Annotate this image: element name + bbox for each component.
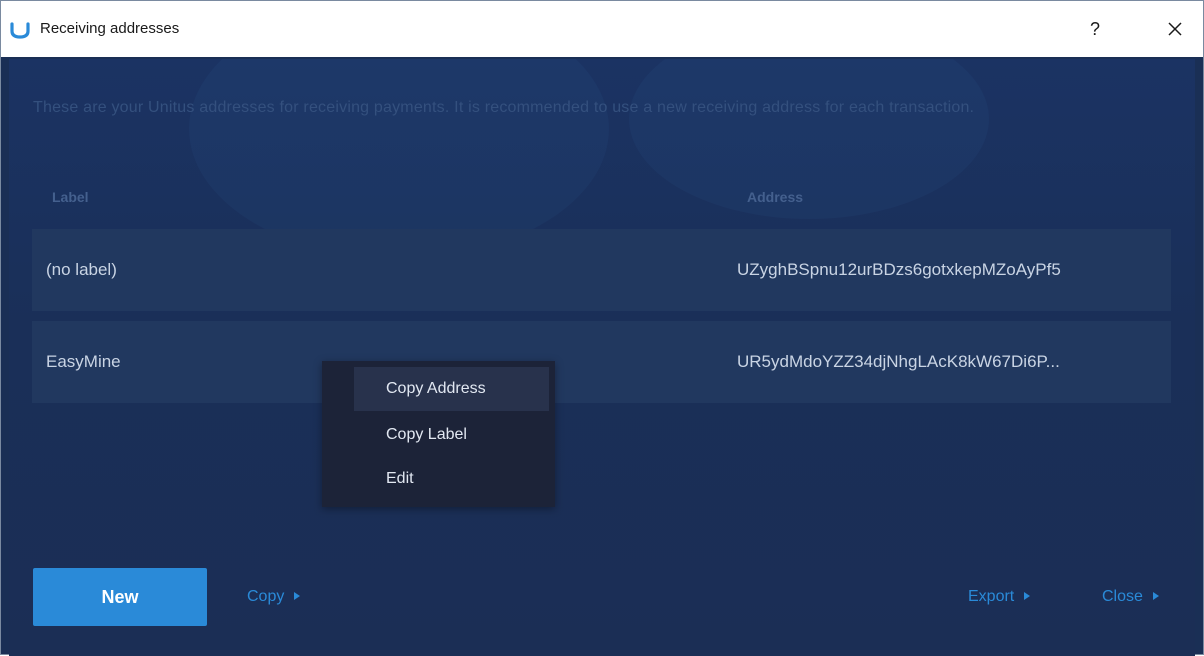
export-button[interactable]: Export	[968, 585, 1031, 609]
row-label: (no label)	[46, 260, 117, 279]
row-address: UR5ydMdoYZZ34djNhgLAcK8kW67Di6P...	[737, 352, 1060, 371]
copy-button[interactable]: Copy	[247, 585, 301, 609]
window-title: Receiving addresses	[40, 20, 180, 37]
help-icon: ?	[1089, 19, 1100, 39]
column-header-address[interactable]: Address	[747, 189, 803, 205]
new-button[interactable]: New	[33, 568, 207, 626]
row-address: UZyghBSpnu12urBDzs6gotxkepMZoAyPf5	[737, 260, 1061, 279]
menu-item-copy-label[interactable]: Copy Label	[354, 413, 549, 457]
close-button[interactable]: Close	[1102, 585, 1159, 609]
row-label: EasyMine	[46, 352, 121, 371]
help-button[interactable]: ?	[1081, 15, 1109, 43]
table-row[interactable]: (no label) UZyghBSpnu12urBDzs6gotxkepMZo…	[32, 229, 1171, 311]
unitus-logo-icon	[10, 22, 30, 39]
triangle-right-icon	[1024, 592, 1031, 600]
close-button-label: Close	[1102, 588, 1143, 605]
triangle-right-icon	[1152, 592, 1159, 600]
description-text: These are your Unitus addresses for rece…	[33, 99, 975, 116]
dialog-content: These are your Unitus addresses for rece…	[9, 59, 1195, 656]
export-button-label: Export	[968, 588, 1015, 605]
receiving-addresses-window: Receiving addresses ? These are your Uni…	[0, 0, 1204, 656]
title-bar: Receiving addresses ?	[1, 1, 1203, 57]
menu-item-edit[interactable]: Edit	[354, 457, 549, 501]
column-header-label[interactable]: Label	[52, 189, 89, 205]
background-decoration	[629, 59, 989, 219]
close-icon[interactable]	[1159, 13, 1191, 45]
copy-button-label: Copy	[247, 588, 285, 605]
menu-item-copy-address[interactable]: Copy Address	[354, 367, 549, 411]
context-menu: Copy Address Copy Label Edit	[322, 361, 555, 507]
triangle-right-icon	[294, 592, 301, 600]
table-row[interactable]: EasyMine UR5ydMdoYZZ34djNhgLAcK8kW67Di6P…	[32, 321, 1171, 403]
